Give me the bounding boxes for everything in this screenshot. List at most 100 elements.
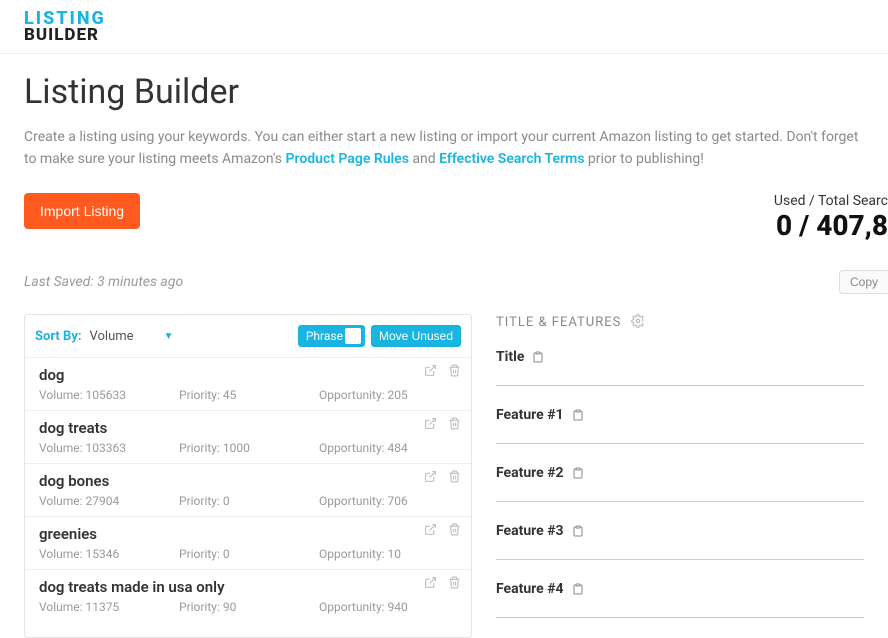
topbar: LISTING BUILDER xyxy=(0,0,888,54)
field-label: Feature #4 xyxy=(496,581,564,597)
trash-icon[interactable] xyxy=(447,364,461,378)
field-block: Title xyxy=(496,348,864,386)
actions-row: Import Listing Used / Total Searc 0 / 40… xyxy=(24,193,864,242)
external-link-icon[interactable] xyxy=(423,364,437,378)
keyword-volume: Volume: 105633 xyxy=(39,388,179,402)
external-link-icon[interactable] xyxy=(423,470,437,484)
keyword-stats: Volume: 11375Priority: 90Opportunity: 94… xyxy=(39,600,459,614)
sort-left: Sort By: Volume ▼ xyxy=(35,325,177,346)
section-title-text: TITLE & FEATURES xyxy=(496,315,621,330)
search-totals: Used / Total Searc 0 / 407,8 xyxy=(774,193,888,242)
trash-icon[interactable] xyxy=(447,576,461,590)
keyword-stats: Volume: 27904Priority: 0Opportunity: 706 xyxy=(39,494,459,508)
fields-list: Title Feature #1 Feature #2 Feature #3 Featu… xyxy=(496,348,864,618)
keyword-item[interactable]: greenies Volume: 15346Priority: 0Opportun… xyxy=(25,516,471,569)
last-saved-text: Last Saved: 3 minutes ago xyxy=(24,274,183,290)
totals-value: 0 / 407,8 xyxy=(774,209,888,242)
field-input[interactable] xyxy=(496,617,864,618)
intro-middle: and xyxy=(409,151,439,167)
keyword-priority: Priority: 0 xyxy=(179,494,319,508)
keyword-priority: Priority: 1000 xyxy=(179,441,319,455)
field-input[interactable] xyxy=(496,385,864,386)
field-label: Feature #1 xyxy=(496,407,564,423)
keyword-item-actions xyxy=(423,523,461,537)
chevron-down-icon: ▼ xyxy=(164,331,174,342)
phrase-toggle[interactable]: Phrase xyxy=(298,325,365,347)
keyword-opportunity: Opportunity: 940 xyxy=(319,600,459,614)
external-link-icon[interactable] xyxy=(423,523,437,537)
trash-icon[interactable] xyxy=(447,523,461,537)
field-block: Feature #2 xyxy=(496,464,864,502)
keyword-term: greenies xyxy=(39,525,459,543)
field-row: Title xyxy=(496,348,864,367)
sort-by-select[interactable]: Volume ▼ xyxy=(86,327,178,346)
sort-bar: Sort By: Volume ▼ Phrase Move Unused xyxy=(25,315,471,357)
external-link-icon[interactable] xyxy=(423,417,437,431)
keyword-volume: Volume: 103363 xyxy=(39,441,179,455)
keywords-panel: Sort By: Volume ▼ Phrase Move Unused dog… xyxy=(24,314,472,638)
keyword-item[interactable]: dog treats Volume: 103363Priority: 1000Op… xyxy=(25,410,471,463)
keyword-stats: Volume: 103363Priority: 1000Opportunity:… xyxy=(39,441,459,455)
keyword-term: dog treats made in usa only xyxy=(39,578,459,596)
field-label: Feature #3 xyxy=(496,523,564,539)
keyword-stats: Volume: 15346Priority: 0Opportunity: 10 xyxy=(39,547,459,561)
keyword-volume: Volume: 15346 xyxy=(39,547,179,561)
keyword-term: dog treats xyxy=(39,419,459,437)
page-title: Listing Builder xyxy=(24,72,864,112)
keyword-item-actions xyxy=(423,417,461,431)
keyword-term: dog bones xyxy=(39,472,459,490)
trash-icon[interactable] xyxy=(447,470,461,484)
intro-suffix: prior to publishing! xyxy=(584,151,703,167)
keyword-priority: Priority: 0 xyxy=(179,547,319,561)
field-input[interactable] xyxy=(496,559,864,560)
keyword-priority: Priority: 90 xyxy=(179,600,319,614)
totals-label: Used / Total Searc xyxy=(774,193,888,209)
keyword-item[interactable]: dog treats made in usa only Volume: 11375… xyxy=(25,569,471,622)
field-row: Feature #1 xyxy=(496,406,864,425)
phrase-toggle-label: Phrase xyxy=(306,329,343,343)
keyword-volume: Volume: 11375 xyxy=(39,600,179,614)
field-block: Feature #1 xyxy=(496,406,864,444)
keyword-item[interactable]: dog bones Volume: 27904Priority: 0Opportu… xyxy=(25,463,471,516)
keyword-volume: Volume: 27904 xyxy=(39,494,179,508)
clipboard-icon[interactable] xyxy=(572,464,584,483)
sort-by-label: Sort By: xyxy=(35,329,82,344)
clipboard-icon[interactable] xyxy=(572,406,584,425)
field-label: Title xyxy=(496,349,524,365)
section-title: TITLE & FEATURES xyxy=(496,314,864,332)
copy-button[interactable]: Copy xyxy=(839,270,888,294)
keyword-opportunity: Opportunity: 484 xyxy=(319,441,459,455)
toggle-knob xyxy=(345,328,361,344)
trash-icon[interactable] xyxy=(447,417,461,431)
sort-right: Phrase Move Unused xyxy=(298,325,461,347)
field-row: Feature #4 xyxy=(496,580,864,599)
keyword-item[interactable]: dog Volume: 105633Priority: 45Opportunity… xyxy=(25,357,471,410)
clipboard-icon[interactable] xyxy=(572,580,584,599)
clipboard-icon[interactable] xyxy=(532,348,544,367)
keyword-stats: Volume: 105633Priority: 45Opportunity: 2… xyxy=(39,388,459,402)
field-input[interactable] xyxy=(496,501,864,502)
field-label: Feature #2 xyxy=(496,465,564,481)
field-block: Feature #4 xyxy=(496,580,864,618)
external-link-icon[interactable] xyxy=(423,576,437,590)
keyword-item-actions xyxy=(423,470,461,484)
panels: Sort By: Volume ▼ Phrase Move Unused dog… xyxy=(24,314,864,638)
import-listing-button[interactable]: Import Listing xyxy=(24,193,140,229)
keyword-item-actions xyxy=(423,576,461,590)
keyword-term: dog xyxy=(39,366,459,384)
link-product-page-rules[interactable]: Product Page Rules xyxy=(286,151,409,167)
title-features-panel: TITLE & FEATURES Title Feature #1 Feature … xyxy=(492,314,864,638)
keyword-priority: Priority: 45 xyxy=(179,388,319,402)
keyword-opportunity: Opportunity: 205 xyxy=(319,388,459,402)
keyword-item-actions xyxy=(423,364,461,378)
gear-icon[interactable] xyxy=(631,314,645,332)
field-input[interactable] xyxy=(496,443,864,444)
keyword-opportunity: Opportunity: 706 xyxy=(319,494,459,508)
saved-row: Last Saved: 3 minutes ago Copy xyxy=(24,270,864,294)
move-unused-button[interactable]: Move Unused xyxy=(371,325,461,347)
intro-text: Create a listing using your keywords. Yo… xyxy=(24,126,864,171)
field-row: Feature #2 xyxy=(496,464,864,483)
clipboard-icon[interactable] xyxy=(572,522,584,541)
field-block: Feature #3 xyxy=(496,522,864,560)
link-effective-search-terms[interactable]: Effective Search Terms xyxy=(439,151,584,167)
